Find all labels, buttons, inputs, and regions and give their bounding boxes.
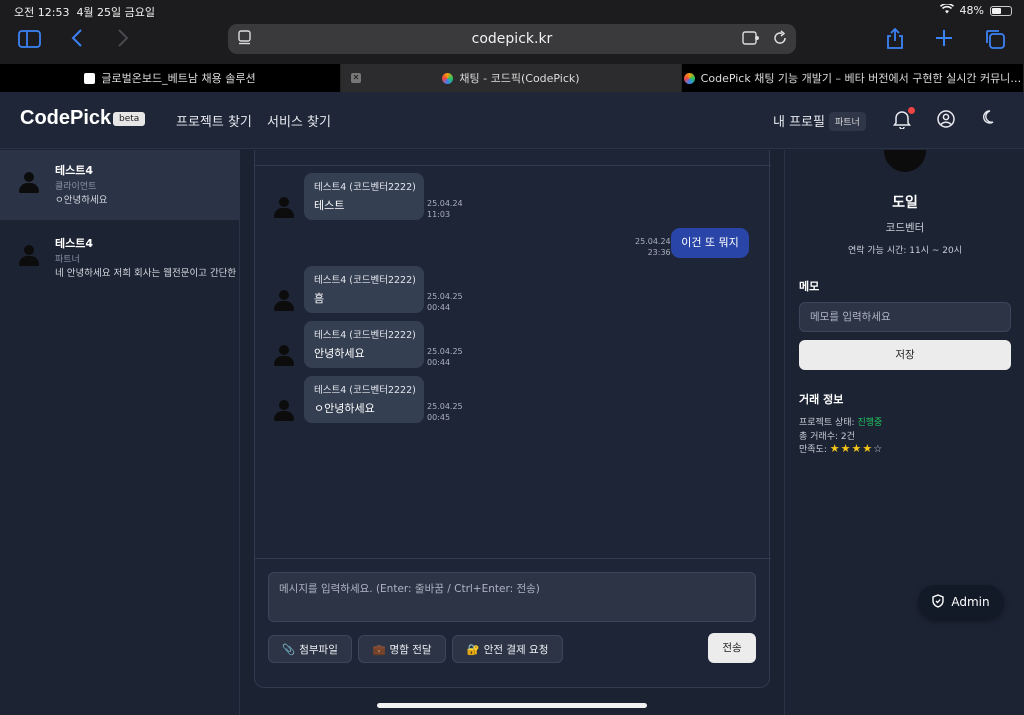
shield-icon [932, 593, 945, 611]
avatar [274, 290, 294, 312]
briefcase-icon: 💼 [372, 643, 386, 656]
browser-tabs: 글로벌온보드_베트남 채용 솔루션 ✕ 채팅 - 코드픽(CodePick) C… [0, 64, 1024, 92]
chat-header-divider [255, 165, 771, 166]
nav-find-services[interactable]: 서비스 찾기 [267, 111, 331, 130]
avatar [19, 172, 39, 194]
message-timestamp: 25.04.25 00:44 [427, 292, 463, 312]
message-text: ㅇ안녕하세요 [314, 402, 375, 415]
avatar [19, 245, 39, 267]
conversation-item[interactable]: 테스트4 파트너 네 안녕하세요 저희 회사는 웹전문이고 간단한 [0, 220, 240, 290]
sidebar-icon[interactable] [18, 29, 42, 55]
paperclip-icon: 📎 [282, 643, 296, 656]
project-status: 프로젝트 상태: 진행중 [799, 418, 883, 428]
conversation-item[interactable]: 테스트4 클라이언트 ㅇ안녕하세요 [0, 150, 240, 220]
star-rating: ★★★★ [829, 442, 874, 455]
message-bubble: 테스트4 (코드벤터2222) 흠 [304, 266, 424, 313]
browser-toolbar: codepick.kr [0, 22, 1024, 64]
back-icon[interactable] [70, 28, 84, 54]
conversation-name: 테스트4 [55, 237, 94, 250]
message-timestamp: 25.04.24 23:36 [635, 237, 671, 257]
tab-favicon-icon [84, 72, 96, 84]
message-bubble: 테스트4 (코드벤터2222) ㅇ안녕하세요 [304, 376, 424, 423]
conversation-role: 클라이언트 [55, 182, 97, 192]
chat-panel: 테스트4 (코드벤터2222) 테스트 25.04.24 11:03 25.04.… [254, 150, 771, 688]
message-text: 흠 [314, 292, 325, 305]
memo-input[interactable] [799, 302, 1011, 332]
app-header: CodePick beta 프로젝트 찾기 서비스 찾기 내 프로필 파트너 [0, 92, 1024, 149]
total-deals: 총 거래수: 2건 [799, 432, 855, 442]
message-text: 안녕하세요 [314, 347, 365, 360]
share-icon[interactable] [885, 27, 905, 56]
composer-divider [255, 558, 771, 559]
send-button[interactable]: 전송 [708, 633, 756, 663]
save-memo-button[interactable]: 저장 [799, 340, 1011, 370]
status-badge: 진행중 [857, 418, 883, 428]
address-bar[interactable]: codepick.kr [228, 24, 796, 54]
message-sender: 테스트4 (코드벤터2222) [314, 385, 416, 396]
user-circle-icon[interactable] [935, 109, 957, 131]
close-tab-icon[interactable]: ✕ [351, 73, 361, 83]
avatar [274, 197, 294, 219]
safe-payment-button[interactable]: 🔐 안전 결제 요청 [452, 635, 563, 663]
partner-role: 코드벤터 [885, 222, 925, 234]
url-text: codepick.kr [471, 31, 553, 47]
conversation-name: 테스트4 [55, 164, 94, 177]
avatar [884, 150, 926, 172]
tab-codepick-blog[interactable]: CodePick 채팅 기능 개발기 – 베타 버전에서 구현한 실시간 커뮤니… [682, 64, 1024, 92]
beta-badge: beta [113, 112, 146, 126]
tab-codepick-chat[interactable]: ✕ 채팅 - 코드픽(CodePick) [341, 64, 682, 92]
send-business-card-button[interactable]: 💼 명함 전달 [358, 635, 446, 663]
message-sender: 테스트4 (코드벤터2222) [314, 275, 416, 286]
my-message-bubble: 이건 또 뭐지 [671, 228, 749, 258]
admin-button[interactable]: Admin [918, 585, 1004, 619]
battery-percent: 48% [959, 4, 984, 17]
message-text: 테스트 [314, 199, 345, 212]
my-profile-link[interactable]: 내 프로필 [773, 111, 825, 130]
lock-icon: 🔐 [466, 643, 480, 656]
status-right: 48% [939, 2, 1012, 17]
partner-name: 도일 [892, 195, 918, 211]
conversation-last-message: 네 안녕하세요 저희 회사는 웹전문이고 간단한 [55, 268, 237, 279]
home-indicator[interactable] [377, 703, 647, 708]
notification-dot [908, 107, 915, 114]
message-timestamp: 25.04.25 00:44 [427, 347, 463, 367]
extension-icon[interactable] [742, 30, 760, 50]
attach-file-button[interactable]: 📎 첨부파일 [268, 635, 352, 663]
tabs-overview-icon[interactable] [984, 28, 1006, 56]
partner-profile-panel: 도일 코드벤터 연락 가능 시간: 11시 ~ 20시 메모 저장 거래 정보 … [784, 150, 1024, 715]
message-input[interactable] [268, 572, 756, 622]
tab-favicon-icon [683, 72, 695, 84]
battery-icon [990, 5, 1012, 16]
status-bar: 오전 12:53 4월 25일 금요일 48% [0, 0, 1024, 22]
partner-badge: 파트너 [829, 112, 866, 131]
memo-title: 메모 [799, 280, 820, 293]
moon-icon[interactable] [979, 109, 1001, 131]
forward-icon[interactable] [116, 28, 130, 54]
new-tab-icon[interactable] [934, 28, 954, 54]
deal-info-title: 거래 정보 [799, 393, 844, 406]
contact-hours: 연락 가능 시간: 11시 ~ 20시 [847, 246, 963, 256]
message-bubble: 테스트4 (코드벤터2222) 안녕하세요 [304, 321, 424, 368]
logo[interactable]: CodePick [20, 107, 111, 130]
conversation-last-message: ㅇ안녕하세요 [55, 195, 108, 206]
reload-icon[interactable] [772, 30, 788, 50]
nav-find-projects[interactable]: 프로젝트 찾기 [176, 111, 252, 130]
message-sender: 테스트4 (코드벤터2222) [314, 182, 416, 193]
satisfaction: 만족도: ★★★★☆ [799, 442, 883, 455]
avatar [274, 345, 294, 367]
conversation-role: 파트너 [55, 255, 80, 265]
message-timestamp: 25.04.25 00:45 [427, 402, 463, 422]
tab-favicon-icon [442, 72, 454, 84]
message-sender: 테스트4 (코드벤터2222) [314, 330, 416, 341]
avatar [274, 400, 294, 422]
wifi-icon [939, 2, 954, 17]
conversation-list: 테스트4 클라이언트 ㅇ안녕하세요 테스트4 파트너 네 안녕하세요 저희 회사… [0, 150, 240, 715]
message-bubble: 테스트4 (코드벤터2222) 테스트 [304, 173, 424, 220]
status-time: 오전 12:53 4월 25일 금요일 [14, 6, 156, 19]
message-timestamp: 25.04.24 11:03 [427, 199, 463, 219]
tab-globalonboard[interactable]: 글로벌온보드_베트남 채용 솔루션 [0, 64, 341, 92]
